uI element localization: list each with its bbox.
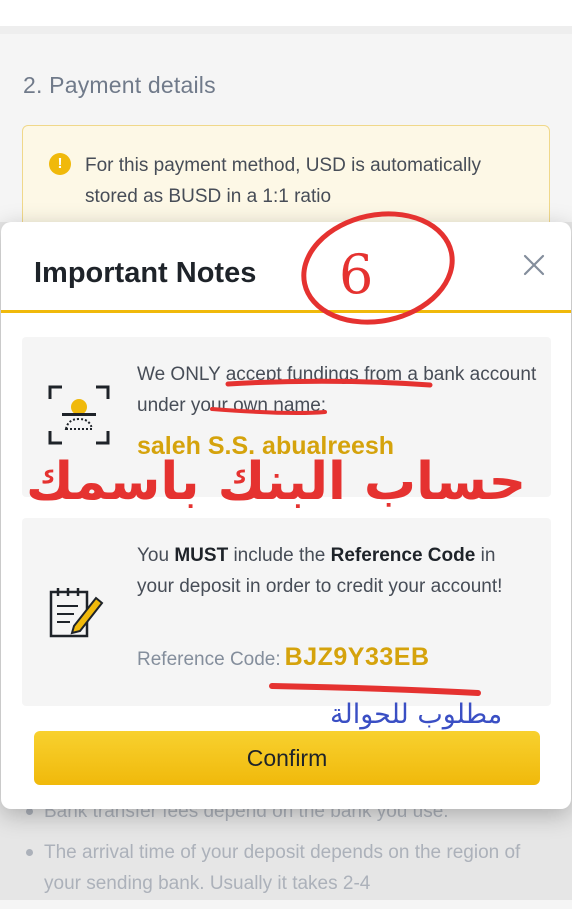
reference-code-label: Reference Code: [137,649,281,670]
important-notes-modal: Important Notes We ONLY accept fundings … [1,222,571,809]
section-divider [0,26,572,34]
own-name-notice: We ONLY accept fundings from a bank acco… [22,337,551,497]
reference-code-notice: You MUST include the Reference Code in y… [22,518,551,706]
info-box: ! For this payment method, USD is automa… [22,125,550,235]
exclamation-icon: ! [49,153,71,175]
account-name: saleh S.S. abualreesh [137,432,395,460]
section-title: 2. Payment details [23,72,216,98]
modal-accent-line [1,310,571,313]
confirm-button[interactable]: Confirm [34,731,540,785]
reference-instruction: You MUST include the Reference Code in y… [137,545,503,597]
own-name-text: We ONLY accept fundings from a bank acco… [137,364,537,416]
info-text: For this payment method, USD is automati… [85,155,481,207]
must-emphasis: MUST [174,545,229,566]
notepad-pencil-icon [49,588,104,638]
close-button[interactable] [516,247,552,283]
modal-title: Important Notes [34,257,257,289]
top-strip [0,0,572,26]
reference-code-emphasis: Reference Code [330,545,476,566]
id-face-scan-icon [48,385,110,445]
reference-code-value[interactable]: BJZ9Y33EB [285,643,430,671]
close-icon [523,254,545,276]
reference-code-row: Reference Code: BJZ9Y33EB [137,643,430,672]
